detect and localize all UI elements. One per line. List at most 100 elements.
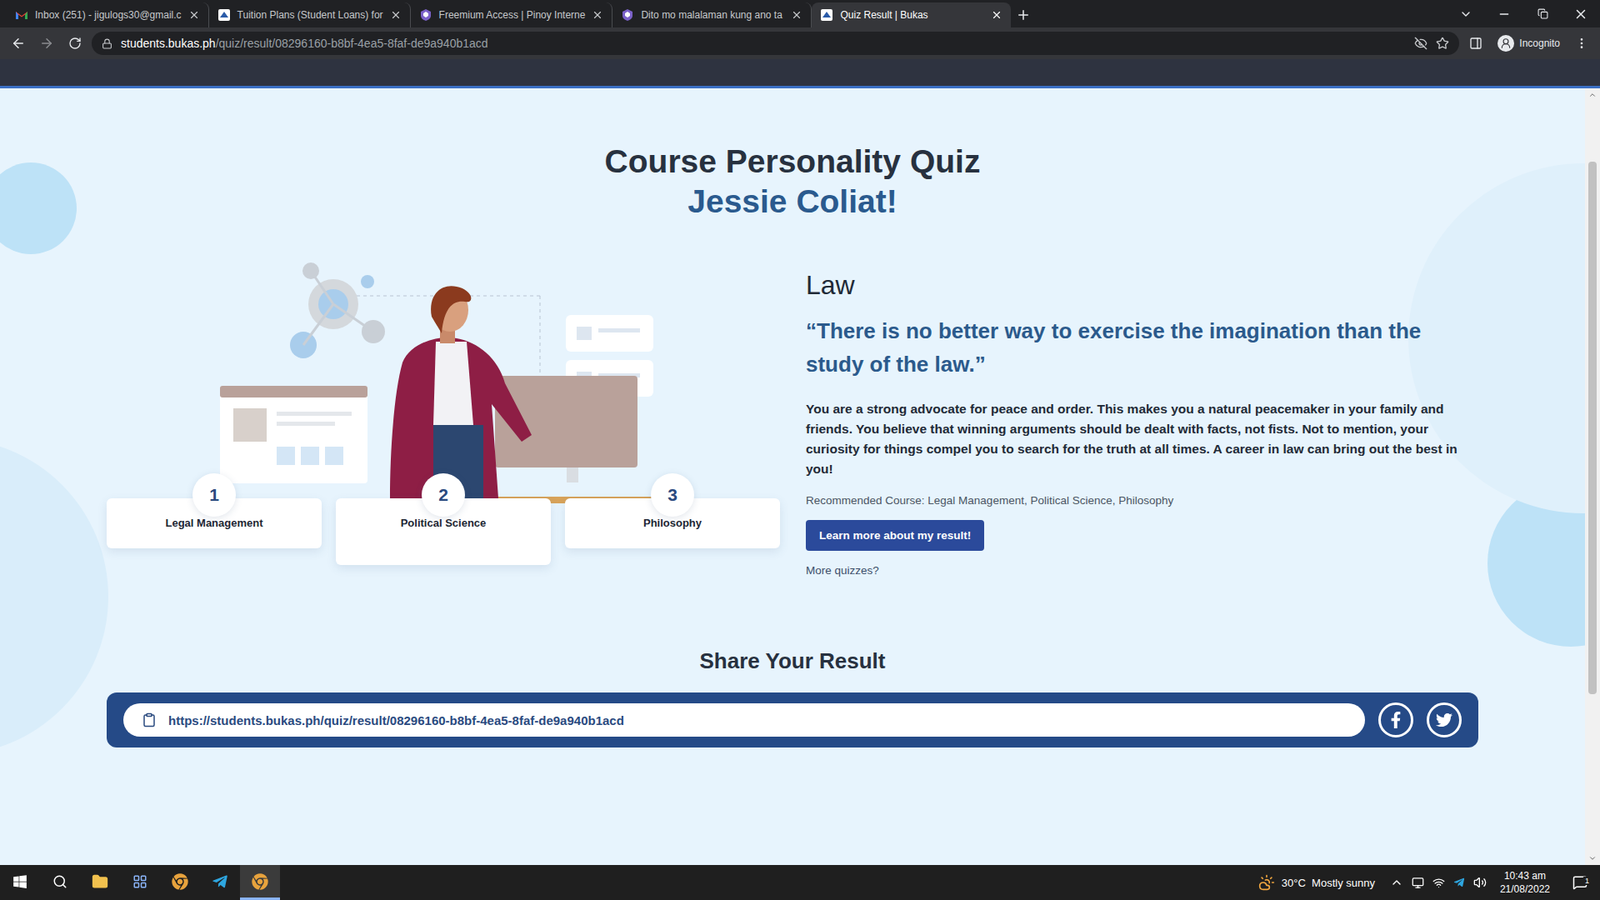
bukas-icon xyxy=(217,8,231,22)
url-text: students.bukas.ph/quiz/result/08296160-b… xyxy=(120,36,489,50)
restore-icon xyxy=(1537,8,1549,20)
course-card: 2Political Science xyxy=(335,498,551,565)
reload-icon xyxy=(68,36,82,50)
facebook-button[interactable] xyxy=(1378,702,1414,738)
telegram-icon xyxy=(211,873,229,890)
arrow-right-icon xyxy=(39,35,55,51)
weather-widget[interactable]: 30°C Mostly sunny xyxy=(1258,874,1375,891)
display-icon[interactable] xyxy=(1411,876,1425,890)
page-row: Course Personality QuizJessie Coliat!1Le… xyxy=(0,88,1600,865)
result-illustration xyxy=(106,258,781,509)
course-number: 2 xyxy=(421,473,465,517)
forward-button[interactable] xyxy=(35,31,59,55)
twitter-button[interactable] xyxy=(1426,702,1462,738)
scrollbar[interactable] xyxy=(1585,88,1600,865)
close-button[interactable] xyxy=(1561,0,1600,28)
network-icon[interactable] xyxy=(1432,876,1445,890)
reload-button[interactable] xyxy=(63,31,87,55)
illustration-panel: 1Legal Management2Political Science3Phil… xyxy=(106,258,781,565)
decor-circle xyxy=(0,162,77,255)
star-icon[interactable] xyxy=(1435,36,1450,50)
clock[interactable]: 10:43 am21/08/2022 xyxy=(1495,869,1555,896)
decor-circle xyxy=(0,438,109,755)
toolbar: students.bukas.ph/quiz/result/08296160-b… xyxy=(0,27,1600,60)
incognito-icon xyxy=(1497,35,1515,52)
pinoy-icon xyxy=(620,8,635,22)
menu-icon xyxy=(1575,36,1589,50)
twitter-icon xyxy=(1435,711,1453,729)
minimize-icon xyxy=(1497,7,1511,21)
telegram-button[interactable] xyxy=(200,865,240,900)
chrome-button[interactable] xyxy=(160,865,200,900)
system-tray: 30°C Mostly sunny 10:43 am21/08/2022 1 xyxy=(1258,865,1600,900)
scroll-thumb[interactable] xyxy=(1588,161,1597,695)
profile-label: Incognito xyxy=(1519,37,1560,50)
share-url-field[interactable]: https://students.bukas.ph/quiz/result/08… xyxy=(123,703,1365,737)
arrow-down-icon xyxy=(1588,854,1597,863)
new-tab-button[interactable] xyxy=(1010,2,1036,28)
address-bar[interactable]: students.bukas.ph/quiz/result/08296160-b… xyxy=(91,31,1460,55)
chrome-icon xyxy=(171,873,189,890)
arrow-up-icon xyxy=(1588,90,1597,100)
notification-count: 1 xyxy=(1583,876,1591,885)
share-url: https://students.bukas.ph/quiz/result/08… xyxy=(168,713,625,728)
share-bar: https://students.bukas.ph/quiz/result/08… xyxy=(106,692,1479,748)
scroll-up[interactable] xyxy=(1588,88,1597,102)
close-icon[interactable] xyxy=(591,9,604,21)
browser-tab[interactable]: Quiz Result | Bukas xyxy=(811,2,1011,28)
explorer-button[interactable] xyxy=(80,865,120,900)
url-path: /quiz/result/08296160-b8bf-4ea5-8faf-de9… xyxy=(215,36,489,50)
browser-tab[interactable]: Inbox (251) - jigulogs30@gmail.c xyxy=(6,2,210,28)
notification-button[interactable]: 1 xyxy=(1563,875,1597,890)
app-button[interactable] xyxy=(120,865,160,900)
clipboard-icon[interactable] xyxy=(141,712,157,728)
menu-button[interactable] xyxy=(1570,31,1594,55)
telegram-icon[interactable] xyxy=(1453,876,1465,889)
browser-tab[interactable]: Freemium Access | Pinoy Interne xyxy=(410,2,614,28)
decor-circle xyxy=(1408,163,1585,514)
side-panel-icon xyxy=(1469,36,1483,50)
profile-button[interactable]: Incognito xyxy=(1492,35,1565,52)
folder-icon xyxy=(91,873,109,890)
tab-label: Inbox (251) - jigulogs30@gmail.c xyxy=(35,9,182,21)
learn-more-button[interactable]: Learn more about my result! xyxy=(805,520,985,551)
site-header xyxy=(0,59,1600,89)
scroll-down[interactable] xyxy=(1588,851,1597,865)
content: Course Personality QuizJessie Coliat!1Le… xyxy=(106,88,1479,748)
side-panel-button[interactable] xyxy=(1464,31,1488,55)
search-button[interactable] xyxy=(40,865,80,900)
chevron-down-icon xyxy=(1459,7,1473,21)
tab-search-button[interactable] xyxy=(1446,0,1485,28)
chrome-button[interactable] xyxy=(240,865,280,900)
screen: Inbox (251) - jigulogs30@gmail.c Tuition … xyxy=(0,0,1600,900)
window-controls xyxy=(1446,0,1600,28)
app-icon xyxy=(132,874,148,890)
tab-label: Freemium Access | Pinoy Interne xyxy=(439,9,586,21)
close-icon[interactable] xyxy=(790,9,803,21)
volume-icon[interactable] xyxy=(1473,875,1487,890)
close-icon[interactable] xyxy=(390,9,402,21)
scroll-track[interactable] xyxy=(1585,101,1600,852)
user-name: Jessie Coliat! xyxy=(106,181,1479,222)
eye-off-icon[interactable] xyxy=(1414,36,1428,50)
course-number: 3 xyxy=(650,473,695,517)
browser-tab[interactable]: Tuition Plans (Student Loans) for xyxy=(209,2,411,28)
minimize-button[interactable] xyxy=(1485,0,1524,28)
bukas-icon xyxy=(820,8,834,22)
course-name: Philosophy xyxy=(643,516,702,549)
back-button[interactable] xyxy=(6,31,30,55)
start-button[interactable] xyxy=(0,865,40,900)
result-section: 1Legal Management2Political Science3Phil… xyxy=(106,258,1479,577)
more-quizzes-link[interactable]: More quizzes? xyxy=(805,564,1479,577)
close-icon[interactable] xyxy=(188,9,200,21)
tab-label: Quiz Result | Bukas xyxy=(840,9,985,21)
clock-date: 21/08/2022 xyxy=(1500,882,1550,896)
result-quote: “There is no better way to exercise the … xyxy=(805,314,1479,381)
weather-text: 30°C Mostly sunny xyxy=(1281,876,1375,890)
browser-tab[interactable]: Dito mo malalaman kung ano ta xyxy=(612,2,812,28)
tray-expand-icon[interactable] xyxy=(1390,875,1404,890)
page: Course Personality QuizJessie Coliat!1Le… xyxy=(0,88,1585,865)
restore-button[interactable] xyxy=(1523,0,1562,28)
tab-strip: Inbox (251) - jigulogs30@gmail.c Tuition … xyxy=(0,0,1600,28)
close-icon[interactable] xyxy=(990,9,1003,21)
